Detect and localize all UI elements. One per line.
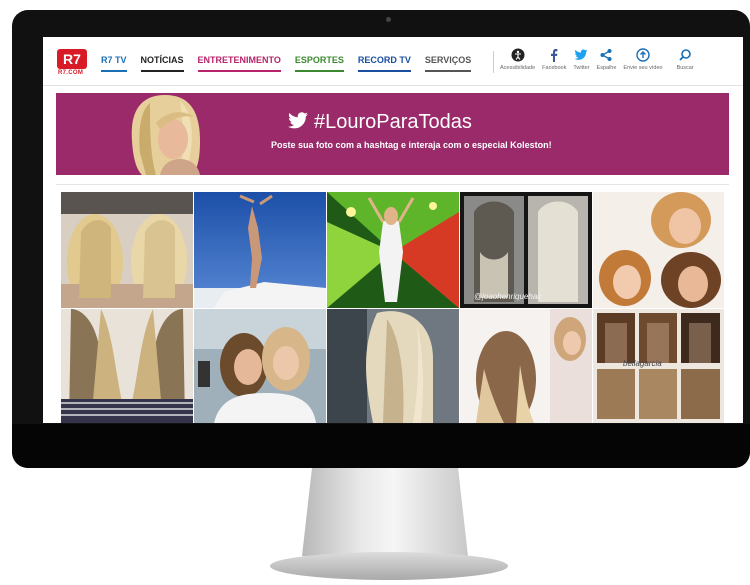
search-icon xyxy=(679,49,691,61)
gallery-photo-7[interactable] xyxy=(194,309,326,423)
photo-credit-label: bellagarcia xyxy=(623,359,662,368)
gallery-photo-1[interactable] xyxy=(61,192,193,308)
accessibility-label: Acessibilidade xyxy=(500,65,536,71)
facebook-button[interactable]: Facebook xyxy=(542,48,566,71)
photo-gallery: @joaohenriquehair bellagarcia xyxy=(61,192,724,423)
nav-item-r7tv[interactable]: R7 TV xyxy=(101,55,127,72)
gallery-photo-10[interactable]: bellagarcia xyxy=(593,309,724,423)
nav-item-servicos[interactable]: SERVIÇOS xyxy=(424,55,472,72)
twitter-icon xyxy=(575,49,588,60)
facebook-icon xyxy=(551,49,558,62)
section-divider xyxy=(56,184,729,185)
gallery-photo-2[interactable] xyxy=(194,192,326,308)
search-button[interactable]: Buscar xyxy=(677,48,694,71)
gallery-photo-3[interactable] xyxy=(327,192,459,308)
monitor-base xyxy=(270,552,508,580)
nav-item-record-tv[interactable]: RECORD TV xyxy=(357,55,411,72)
nav-item-entretenimento[interactable]: ENTRETENIMENTO xyxy=(197,55,281,72)
accessibility-button[interactable]: Acessibilidade xyxy=(500,48,535,71)
top-navigation-bar: R7 R7.COM R7 TV NOTÍCIAS ENTRETENIMENTO … xyxy=(43,37,743,86)
main-nav: R7 TV NOTÍCIAS ENTRETENIMENTO ESPORTES R… xyxy=(101,55,485,72)
hashtag-text: #LouroParaTodas xyxy=(314,111,472,133)
gallery-photo-4[interactable]: @joaohenriquehair xyxy=(460,192,592,308)
campaign-banner[interactable]: #LouroParaTodas Poste sua foto com a has… xyxy=(56,93,729,175)
toolbar: Acessibilidade Facebook Twitter Espalhe … xyxy=(493,48,694,71)
nav-item-esportes[interactable]: ESPORTES xyxy=(294,55,344,72)
twitter-label: Twitter xyxy=(573,65,590,71)
search-label: Buscar xyxy=(676,65,694,71)
gallery-photo-5[interactable] xyxy=(593,192,724,308)
r7-logo-subtext: R7.COM xyxy=(58,70,84,76)
photo-credit-label: @joaohenriquehair xyxy=(474,292,542,301)
facebook-label: Facebook xyxy=(542,65,567,71)
gallery-photo-6[interactable] xyxy=(61,309,193,423)
gallery-photo-9[interactable] xyxy=(460,309,592,423)
r7-logo[interactable]: R7 xyxy=(57,49,87,69)
accessibility-icon xyxy=(511,48,525,62)
twitter-button[interactable]: Twitter xyxy=(573,48,590,71)
upload-icon xyxy=(636,48,650,62)
browser-screen: R7 R7.COM R7 TV NOTÍCIAS ENTRETENIMENTO … xyxy=(43,37,743,423)
webcam xyxy=(386,17,391,22)
share-button[interactable]: Espalhe xyxy=(596,48,617,71)
banner-subtitle: Poste sua foto com a hashtag e interaja … xyxy=(271,140,552,150)
banner-hashtag: #LouroParaTodas xyxy=(287,111,472,134)
upload-video-button[interactable]: Envie seu vídeo xyxy=(623,48,663,71)
share-icon xyxy=(600,49,612,61)
monitor-chin xyxy=(12,424,750,468)
share-label: Espalhe xyxy=(596,65,617,71)
banner-model-photo xyxy=(90,93,240,175)
twitter-bird-icon xyxy=(288,112,308,129)
upload-label: Envie seu vídeo xyxy=(623,65,663,71)
gallery-photo-8[interactable] xyxy=(327,309,459,423)
monitor-stand xyxy=(302,468,468,556)
nav-item-noticias[interactable]: NOTÍCIAS xyxy=(140,55,184,72)
